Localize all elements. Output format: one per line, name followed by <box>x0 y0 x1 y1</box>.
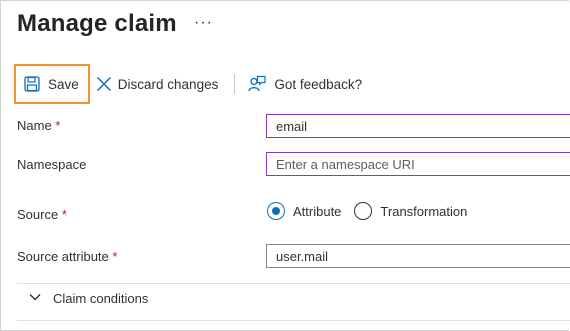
save-button[interactable]: Save <box>14 64 90 104</box>
claim-conditions-toggle[interactable]: Claim conditions <box>28 290 148 307</box>
close-icon <box>96 76 112 92</box>
transformation-radio-label[interactable]: Transformation <box>380 204 467 219</box>
discard-changes-label: Discard changes <box>117 76 219 92</box>
namespace-input[interactable] <box>266 152 570 176</box>
claim-conditions-label: Claim conditions <box>53 291 149 306</box>
source-label: Source * <box>17 207 67 222</box>
namespace-label: Namespace <box>17 157 87 172</box>
page-title: Manage claim <box>17 10 177 37</box>
section-divider <box>17 320 570 321</box>
toolbar-divider <box>234 74 236 94</box>
discard-changes-button[interactable]: Discard changes <box>96 65 219 103</box>
attribute-radio-label[interactable]: Attribute <box>293 204 341 219</box>
got-feedback-button[interactable]: Got feedback? <box>248 65 362 103</box>
got-feedback-label: Got feedback? <box>274 76 363 92</box>
name-label: Name * <box>17 118 60 133</box>
command-bar: Save Discard changes Got feedback? <box>14 64 362 104</box>
required-marker: * <box>55 118 61 133</box>
source-label-text: Source <box>17 207 59 222</box>
attribute-radio[interactable] <box>267 202 285 220</box>
save-label: Save <box>48 76 79 92</box>
save-icon <box>24 76 40 92</box>
name-label-text: Name <box>17 118 52 133</box>
feedback-icon <box>248 75 266 93</box>
name-input[interactable] <box>266 114 570 138</box>
transformation-radio[interactable] <box>354 202 373 220</box>
required-marker: * <box>61 207 67 222</box>
source-attribute-input[interactable] <box>266 244 570 268</box>
source-radio-group: Attribute Transformation <box>267 202 480 220</box>
more-icon[interactable]: ··· <box>194 14 213 32</box>
source-attribute-label: Source attribute * <box>17 249 117 264</box>
required-marker: * <box>112 249 118 264</box>
section-divider <box>17 283 570 284</box>
source-attribute-label-text: Source attribute <box>17 249 109 264</box>
chevron-down-icon <box>28 290 42 307</box>
